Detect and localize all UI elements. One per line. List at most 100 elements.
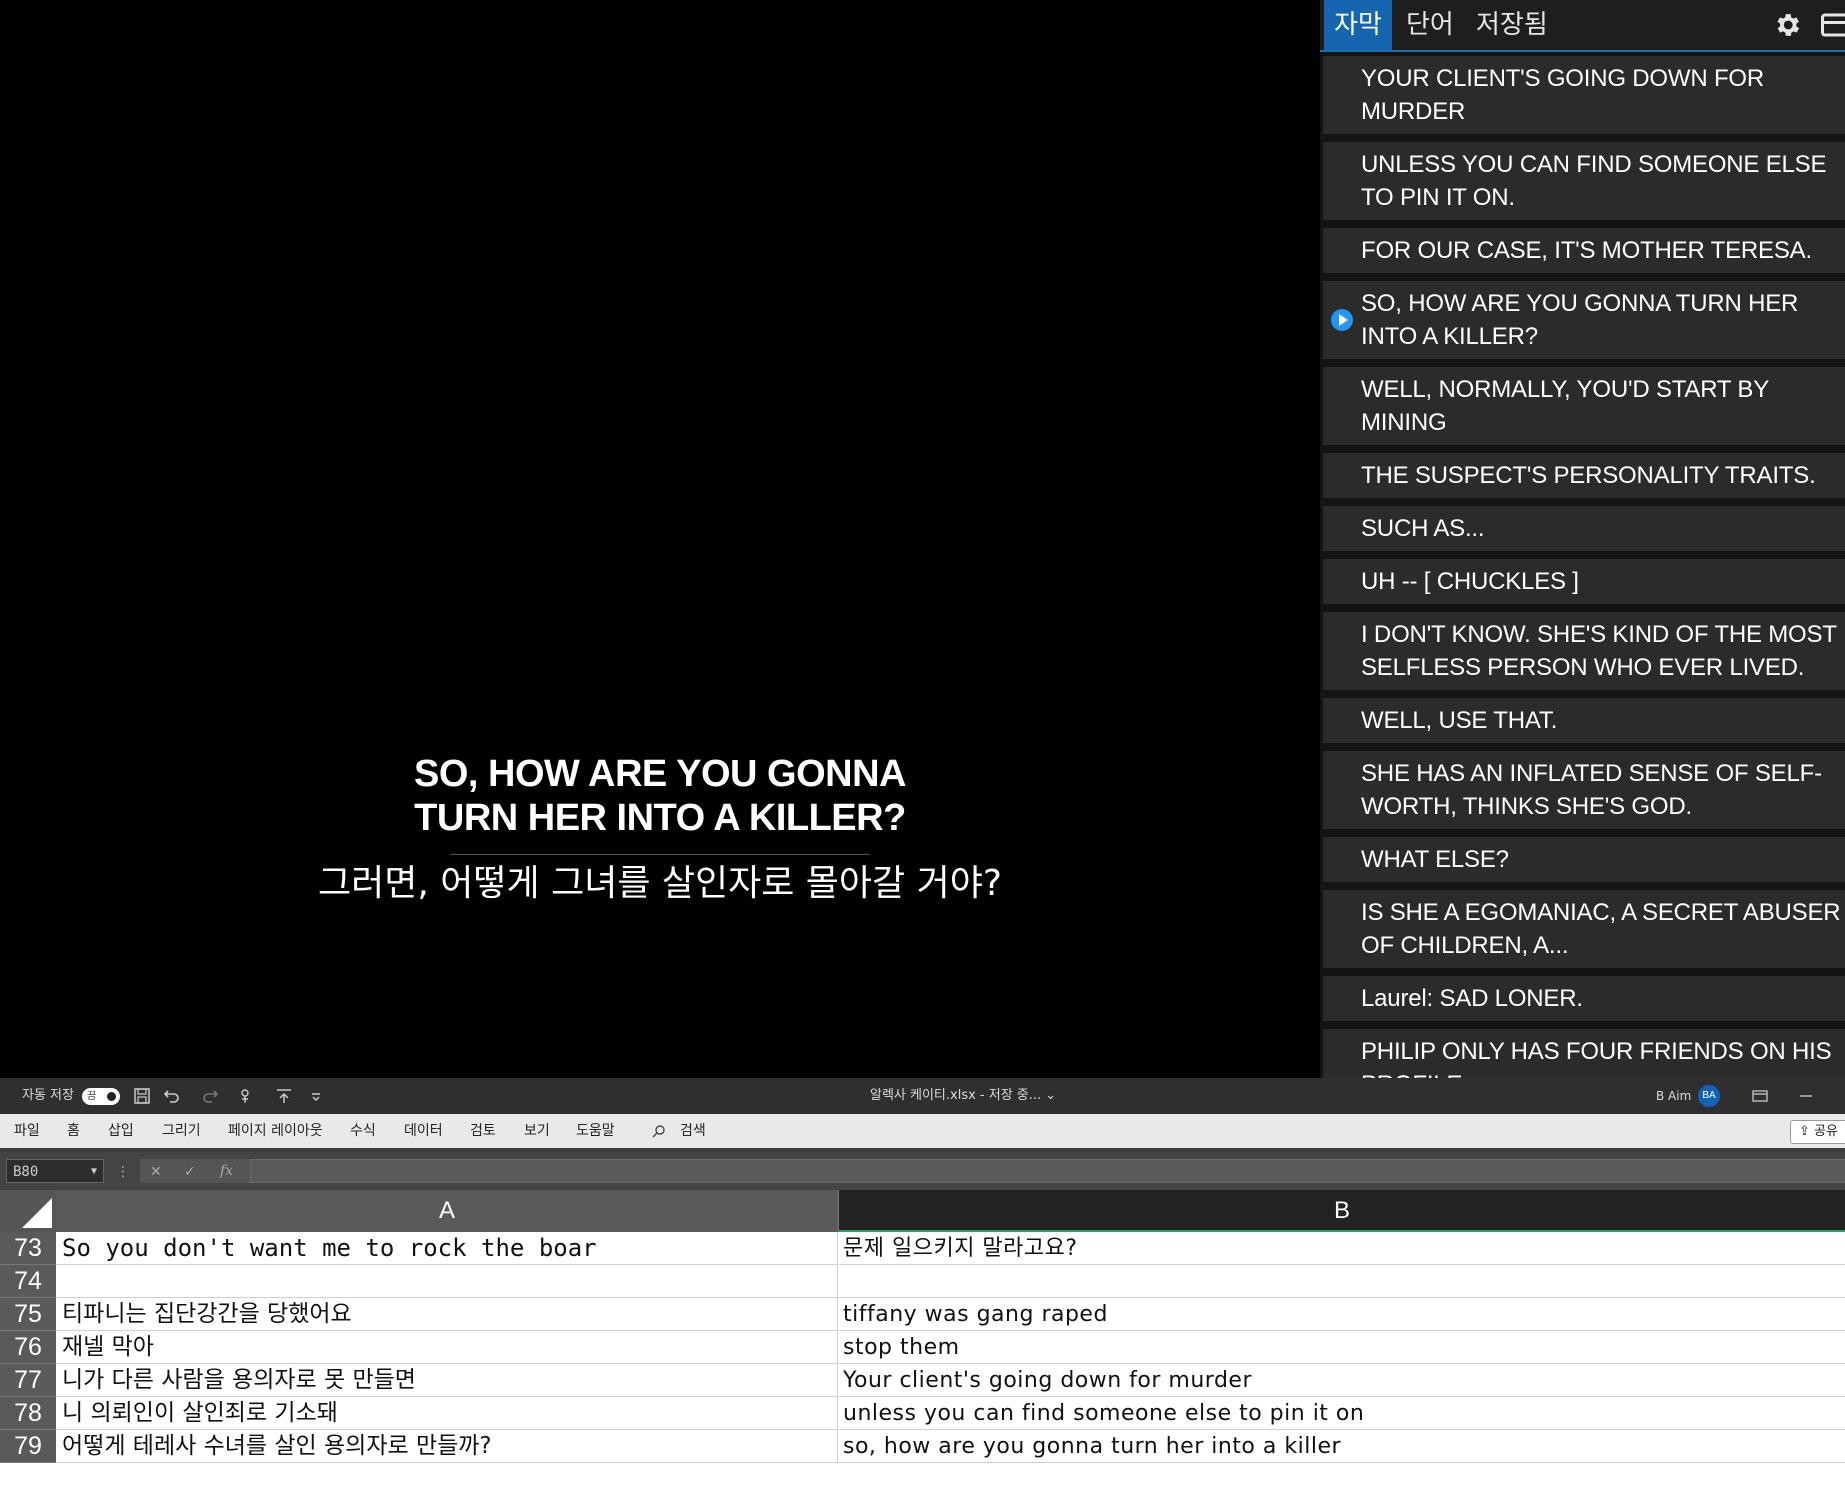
table-row: 74 xyxy=(0,1265,1845,1298)
menu-view[interactable]: 보기 xyxy=(524,1114,550,1148)
cell-a[interactable]: 티파니는 집단강간을 당했어요 xyxy=(56,1298,838,1331)
subtitle-list-item[interactable]: UH -- [ CHUCKLES ] xyxy=(1323,559,1845,604)
subtitle-list-item[interactable]: I DON'T KNOW. SHE'S KIND OF THE MOST SEL… xyxy=(1323,612,1845,690)
subtitle-list-item[interactable]: PHILIP ONLY HAS FOUR FRIENDS ON HIS PROF… xyxy=(1323,1029,1845,1078)
menu-formulas[interactable]: 수식 xyxy=(350,1114,376,1148)
save-icon[interactable] xyxy=(132,1086,152,1106)
ribbon-display-icon[interactable] xyxy=(1750,1086,1770,1106)
share-label: 공유 xyxy=(1814,1124,1838,1139)
select-all-button[interactable] xyxy=(0,1190,56,1232)
search-icon[interactable] xyxy=(652,1124,666,1138)
cell-a[interactable]: 재넬 막아 xyxy=(56,1331,838,1364)
row-number[interactable]: 76 xyxy=(0,1331,56,1364)
menu-home[interactable]: 홈 xyxy=(67,1114,80,1148)
cell-b[interactable]: unless you can find someone else to pin … xyxy=(839,1397,1845,1430)
menu-page-layout[interactable]: 페이지 레이아웃 xyxy=(228,1114,323,1148)
subtitle-list-item-text: Laurel: SAD LONER. xyxy=(1361,985,1583,1012)
autosave-toggle[interactable]: 끔 xyxy=(82,1088,120,1105)
redo-icon[interactable] xyxy=(200,1086,220,1106)
subtitle-list-item[interactable]: WHAT ELSE? xyxy=(1323,837,1845,882)
cell-a[interactable]: 니 의뢰인이 살인죄로 기소돼 xyxy=(56,1397,838,1430)
column-header-a[interactable]: A xyxy=(56,1190,839,1232)
share-icon: ⇪ xyxy=(1799,1124,1815,1139)
formula-input[interactable] xyxy=(250,1159,1845,1183)
autosave-state: 끔 xyxy=(87,1091,97,1102)
subtitle-list-item[interactable]: WELL, NORMALLY, YOU'D START BY MINING xyxy=(1323,367,1845,445)
video-player[interactable]: SO, HOW ARE YOU GONNA TURN HER INTO A KI… xyxy=(0,0,1320,1078)
table-row: 75 티파니는 집단강간을 당했어요 tiffany was gang raped xyxy=(0,1298,1845,1331)
menu-file[interactable]: 파일 xyxy=(14,1114,40,1148)
sort-icon[interactable] xyxy=(274,1086,294,1106)
window-icon[interactable] xyxy=(1820,12,1845,38)
subtitle-korean: 그러면, 어떻게 그녀를 살인자로 몰아갈 거야? xyxy=(318,863,1002,904)
gear-icon[interactable] xyxy=(1772,10,1802,40)
table-row: 73 So you don't want me to rock the boar 문… xyxy=(0,1232,1845,1265)
file-title[interactable]: 알렉사 케이티.xlsx - 저장 중... ⌄ xyxy=(870,1078,1056,1114)
subtitle-list-item[interactable]: WELL, USE THAT. xyxy=(1323,698,1845,743)
cell-b[interactable]: tiffany was gang raped xyxy=(839,1298,1845,1331)
column-header-b[interactable]: B xyxy=(839,1190,1845,1232)
name-box[interactable]: B80 ▼ xyxy=(6,1159,104,1183)
subtitle-list-item-text: SHE HAS AN INFLATED SENSE OF SELF- WORTH… xyxy=(1361,760,1822,820)
tab-saved[interactable]: 저장됨 xyxy=(1476,0,1548,50)
subtitle-list-item[interactable]: THE SUSPECT'S PERSONALITY TRAITS. xyxy=(1323,453,1845,498)
enter-icon[interactable]: ✓ xyxy=(184,1159,196,1183)
subtitle-list-item[interactable]: SHE HAS AN INFLATED SENSE OF SELF- WORTH… xyxy=(1323,751,1845,829)
subtitle-list-item[interactable]: FOR OUR CASE, IT'S MOTHER TERESA. xyxy=(1323,228,1845,273)
row-number[interactable]: 79 xyxy=(0,1430,56,1463)
cell-b[interactable]: Your client's going down for murder xyxy=(839,1364,1845,1397)
minimize-icon[interactable] xyxy=(1796,1086,1816,1106)
cell-a[interactable]: 어떻게 테레사 수녀를 살인 용의자로 만들까? xyxy=(56,1430,838,1463)
search-label[interactable]: 검색 xyxy=(680,1114,706,1148)
share-button[interactable]: ⇪ 공유 xyxy=(1790,1120,1845,1144)
subtitle-list-item[interactable]: SO, HOW ARE YOU GONNA TURN HER INTO A KI… xyxy=(1323,281,1845,359)
name-box-value: B80 xyxy=(13,1164,39,1180)
subtitle-english-line1: SO, HOW ARE YOU GONNA xyxy=(414,753,906,795)
touch-mode-icon[interactable] xyxy=(236,1086,256,1106)
more-options-icon[interactable]: ⋮ xyxy=(116,1159,130,1183)
subtitle-list-item[interactable]: IS SHE A EGOMANIAC, A SECRET ABUSER OF C… xyxy=(1323,890,1845,968)
cell-b[interactable]: stop them xyxy=(839,1331,1845,1364)
menu-insert[interactable]: 삽입 xyxy=(108,1114,134,1148)
row-number[interactable]: 77 xyxy=(0,1364,56,1397)
table-row: 78 니 의뢰인이 살인죄로 기소돼 unless you can find som… xyxy=(0,1397,1845,1430)
chevron-down-icon[interactable]: ▼ xyxy=(91,1160,97,1184)
subtitle-list-item[interactable]: SUCH AS... xyxy=(1323,506,1845,551)
tab-subtitles[interactable]: 자막 xyxy=(1324,0,1392,50)
menu-help[interactable]: 도움말 xyxy=(576,1114,615,1148)
excel-titlebar: 자동 저장 끔 알렉사 케이티.xlsx - 저장 중... ⌄ B Aim B… xyxy=(0,1078,1845,1114)
menu-draw[interactable]: 그리기 xyxy=(162,1114,201,1148)
cell-a[interactable]: So you don't want me to rock the boar xyxy=(56,1232,838,1265)
cell-a[interactable]: 니가 다른 사람을 용의자로 못 만들면 xyxy=(56,1364,838,1397)
panel-tabs: 자막 단어 저장됨 xyxy=(1320,0,1845,52)
cell-b[interactable]: 문제 일으키지 말라고요? xyxy=(839,1232,1845,1265)
cell-a[interactable] xyxy=(56,1265,838,1298)
menu-review[interactable]: 검토 xyxy=(470,1114,496,1148)
insert-function-icon[interactable]: fx xyxy=(220,1159,233,1183)
subtitle-english-line2: TURN HER INTO A KILLER? xyxy=(414,797,906,839)
subtitle-list-item-text: FOR OUR CASE, IT'S MOTHER TERESA. xyxy=(1361,237,1812,264)
menu-data[interactable]: 데이터 xyxy=(404,1114,443,1148)
cell-b[interactable] xyxy=(839,1265,1845,1298)
table-row: 77 니가 다른 사람을 용의자로 못 만들면 Your client's goin… xyxy=(0,1364,1845,1397)
cancel-icon[interactable]: ✕ xyxy=(150,1159,162,1183)
cell-b[interactable]: so, how are you gonna turn her into a ki… xyxy=(839,1430,1845,1463)
avatar[interactable]: BA xyxy=(1698,1085,1720,1107)
row-number[interactable]: 78 xyxy=(0,1397,56,1430)
tab-words[interactable]: 단어 xyxy=(1406,0,1454,50)
subtitle-list-item[interactable]: UNLESS YOU CAN FIND SOMEONE ELSE TO PIN … xyxy=(1323,142,1845,220)
row-number[interactable]: 74 xyxy=(0,1265,56,1298)
subtitle-list-item-text: IS SHE A EGOMANIAC, A SECRET ABUSER OF C… xyxy=(1361,899,1841,959)
subtitle-list-item-text: I DON'T KNOW. SHE'S KIND OF THE MOST SEL… xyxy=(1361,621,1837,681)
row-number[interactable]: 73 xyxy=(0,1232,56,1265)
user-name: B Aim xyxy=(1656,1089,1692,1103)
play-icon[interactable] xyxy=(1331,309,1353,331)
subtitle-list-item-text: UNLESS YOU CAN FIND SOMEONE ELSE TO PIN … xyxy=(1361,151,1827,211)
subtitle-list-item[interactable]: Laurel: SAD LONER. xyxy=(1323,976,1845,1021)
customize-toolbar-icon[interactable] xyxy=(306,1086,326,1106)
undo-icon[interactable] xyxy=(162,1086,182,1106)
ribbon-menu: 파일 홈 삽입 그리기 페이지 레이아웃 수식 데이터 검토 보기 도움말 검색… xyxy=(0,1114,1845,1148)
excel-window: 자동 저장 끔 알렉사 케이티.xlsx - 저장 중... ⌄ B Aim B… xyxy=(0,1078,1845,1502)
subtitle-list-item[interactable]: YOUR CLIENT'S GOING DOWN FOR MURDER xyxy=(1323,56,1845,134)
row-number[interactable]: 75 xyxy=(0,1298,56,1331)
